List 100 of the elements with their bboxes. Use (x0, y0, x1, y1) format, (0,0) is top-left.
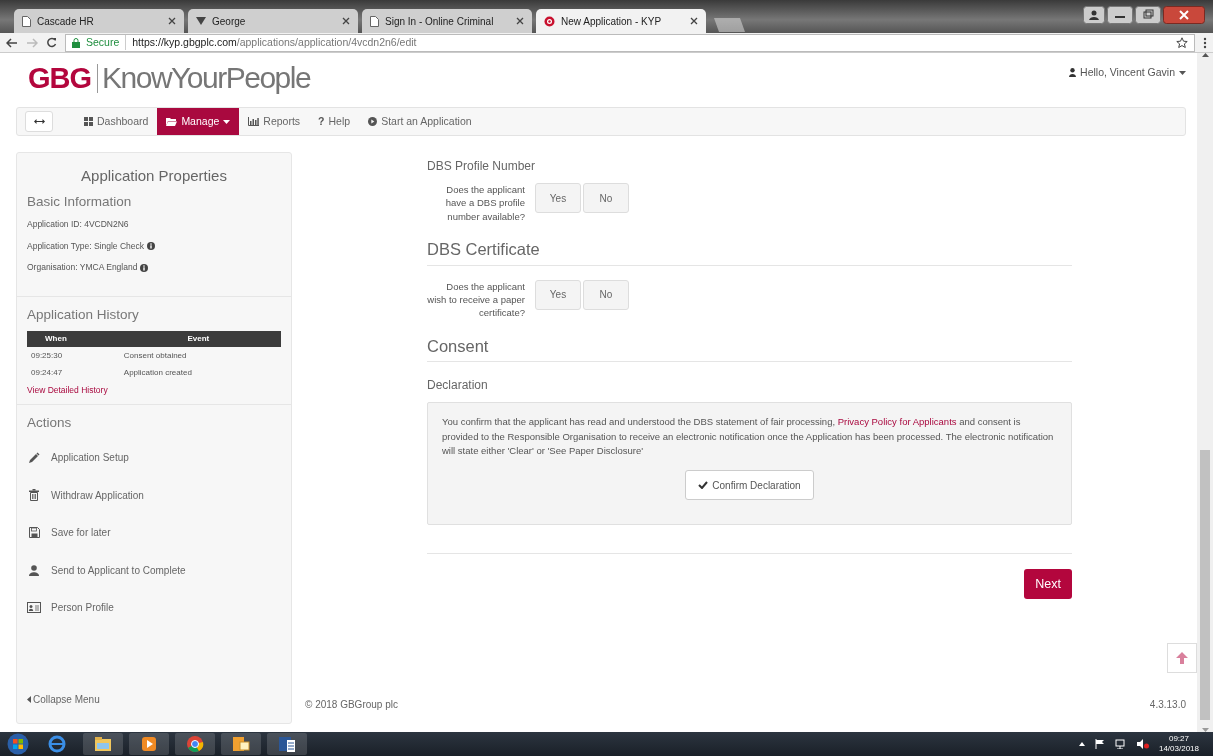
browser-tab[interactable]: Cascade HR (14, 9, 184, 33)
back-to-top-button[interactable] (1167, 643, 1197, 673)
double-arrow-icon (33, 119, 45, 124)
browser-tab[interactable]: New Application - KYP (536, 9, 706, 33)
globe-icon[interactable] (47, 734, 67, 754)
close-icon[interactable] (342, 17, 350, 25)
action-link[interactable]: Application Setup (27, 439, 281, 477)
action-link[interactable]: Send to Applicant to Complete (27, 551, 281, 589)
action-link[interactable]: Withdraw Application (27, 476, 281, 514)
field-heading: DBS Profile Number (427, 158, 537, 175)
flag-icon[interactable] (1094, 739, 1105, 749)
option-button[interactable]: No (583, 279, 629, 310)
table-cell: 09:25:30 (27, 347, 120, 365)
restore-icon[interactable] (1135, 6, 1161, 24)
scrollbar-thumb[interactable] (1200, 450, 1210, 720)
address-bar[interactable]: Secure https://kyp.gbgplc.com/applications/application/4vcdn2n6/edit (65, 33, 1195, 52)
close-icon[interactable] (516, 17, 524, 25)
caret-left-icon (27, 696, 31, 703)
table-cell-text: Application created (122, 367, 193, 380)
history-link[interactable]: View Detailed History (27, 385, 108, 396)
speaker-muted-icon[interactable] (1136, 739, 1149, 749)
action-link[interactable]: Save for later (27, 514, 281, 552)
reload-icon[interactable] (46, 37, 57, 48)
star-icon[interactable] (1176, 36, 1188, 49)
privacy-policy-link[interactable]: Privacy Policy for Applicants (837, 416, 957, 428)
user-icon (29, 564, 39, 576)
mail-app-icon[interactable] (231, 734, 251, 754)
check-icon (698, 481, 709, 490)
close-icon[interactable] (168, 17, 176, 25)
trash-icon (29, 489, 39, 502)
menu-icon[interactable] (1203, 36, 1207, 49)
play-icon (368, 117, 378, 126)
close-icon[interactable] (1163, 6, 1205, 24)
media-player-icon[interactable] (139, 734, 159, 754)
network-icon[interactable] (1114, 739, 1127, 749)
declaration-text: You confirm that the applicant has read and understood the DBS statement of fair processing, Privacy Policy for Applicants and consent is provided to the Responsible Organisation to receive an electronic notification once the Application has been processed. The electronic notification will state either 'Clear' or 'See Paper Disclosure' (442, 415, 1055, 458)
start-orb-icon[interactable] (5, 733, 31, 755)
triangle-icon (196, 16, 206, 26)
confirm-declaration-button[interactable]: Confirm Declaration (685, 470, 814, 501)
nav-link[interactable]: Dashboard (75, 108, 158, 135)
copyright-text: © 2018 GBGroup plc (305, 698, 398, 712)
clock-text[interactable]: 09:27 14/03/2018 (1158, 734, 1199, 754)
info-text: Application ID: 4VCDN2N6 (27, 217, 129, 231)
section-heading: Application History (27, 306, 140, 324)
nav-link[interactable]: Reports (239, 108, 310, 135)
bar-chart-icon (248, 117, 260, 126)
table-cell-text: 09:24:47 (30, 367, 64, 380)
column-header: When (27, 331, 120, 348)
page-icon (22, 15, 31, 27)
close-icon[interactable] (690, 17, 698, 25)
tray-expand-icon[interactable] (1078, 742, 1085, 746)
pencil-icon (28, 451, 40, 464)
logo-mark: GBG (28, 63, 99, 93)
user-icon (1069, 68, 1077, 78)
nav-link[interactable]: Start an Application (359, 108, 481, 135)
column-header: Event (119, 331, 281, 348)
minimize-icon[interactable] (1107, 6, 1133, 24)
nav-link[interactable]: ? Help (309, 108, 360, 135)
secure-label: Secure (86, 34, 127, 51)
url-text: https://kyp.gbgplc.com/applications/application/4vcdn2n6/edit (132, 34, 417, 50)
logo-text: KnowYourPeople (101, 63, 311, 93)
collapse-menu-link[interactable]: Collapse Menu (17, 692, 291, 723)
nav-link[interactable]: Manage (157, 108, 240, 135)
section-heading: DBS Certificate (427, 236, 1072, 266)
question-icon: ? (318, 113, 325, 130)
document-app-icon[interactable] (277, 734, 297, 754)
caret-icon (223, 119, 231, 124)
question-label: Does the applicant have a DBS profile number available? (444, 183, 525, 223)
arrow-up-icon (1175, 651, 1189, 665)
sidebar-toggle-button[interactable] (25, 111, 53, 132)
table-cell: Consent obtained (119, 347, 281, 365)
section-heading: Actions (27, 413, 73, 432)
question-label: Does the applicant wish to receive a paper certificate? (427, 279, 525, 320)
user-menu[interactable]: Hello, Vincent Gavin (1069, 65, 1186, 81)
lock-icon (72, 37, 80, 48)
info-text: Application Type: Single Check (27, 239, 145, 253)
folder-icon (166, 117, 178, 126)
grid-icon (84, 117, 93, 126)
next-button[interactable]: Next (1024, 569, 1072, 600)
folder-icon[interactable] (93, 734, 113, 754)
option-button[interactable]: Yes (535, 279, 581, 310)
version-text: 4.3.13.0 (1149, 698, 1186, 712)
section-heading: Consent (427, 333, 1072, 363)
browser-tab[interactable]: Sign In - Online Criminal (362, 9, 532, 33)
back-icon[interactable] (6, 37, 18, 48)
id-card-icon (27, 602, 41, 614)
chrome-icon[interactable] (185, 734, 205, 754)
caret-icon (1179, 70, 1186, 75)
page-icon (370, 15, 379, 27)
option-button[interactable]: Yes (535, 183, 581, 213)
profile-icon[interactable] (1083, 6, 1105, 24)
info-text: Organisation: YMCA England (27, 261, 138, 274)
target-icon (544, 15, 555, 27)
action-link[interactable]: Person Profile (27, 589, 281, 627)
browser-tab[interactable]: George (188, 9, 358, 33)
info-icon (140, 263, 149, 272)
info-icon (147, 241, 156, 250)
option-button[interactable]: No (583, 183, 629, 213)
section-heading: Basic Information (27, 192, 133, 211)
field-heading: Declaration (427, 377, 489, 395)
